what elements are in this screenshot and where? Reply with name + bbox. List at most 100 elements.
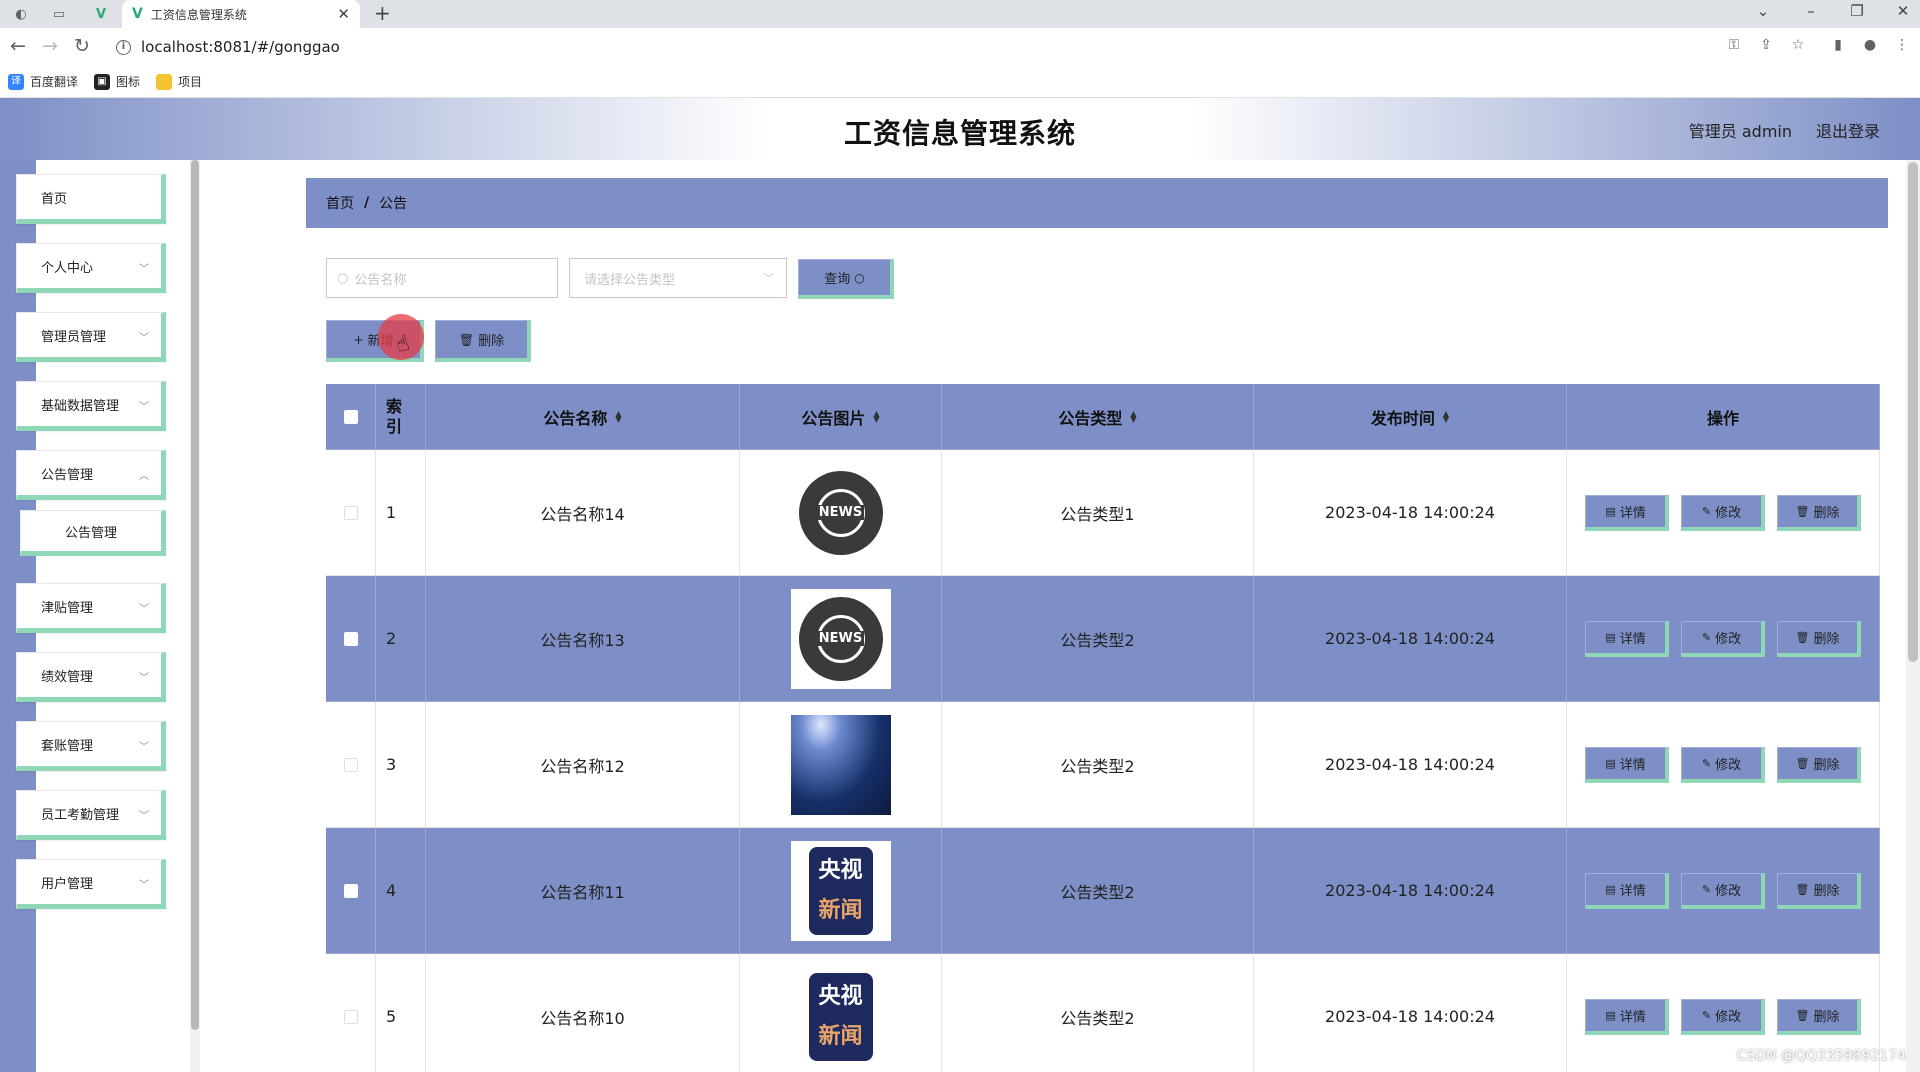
detail-button[interactable]: ▤ 详情 xyxy=(1585,620,1669,657)
sidebar-item-label: 公告管理 xyxy=(41,467,94,483)
edit-button[interactable]: ✎ 修改 xyxy=(1681,998,1765,1035)
breadcrumb-current: 公告 xyxy=(379,196,408,212)
sidebar-item-admin-management[interactable]: 管理员管理 ﹀ xyxy=(16,312,166,362)
row-checkbox[interactable] xyxy=(343,505,358,520)
chevron-down-icon: ﹀ xyxy=(139,742,149,753)
edit-label: 修改 xyxy=(1715,505,1742,521)
chevron-down-icon: ﹀ xyxy=(139,333,149,344)
sidebar-item-performance-management[interactable]: 绩效管理 ﹀ xyxy=(16,652,166,702)
forward-icon[interactable]: → xyxy=(38,35,62,57)
sort-icon[interactable]: ▲ ▼ xyxy=(1443,409,1449,423)
news-globe-image[interactable]: NEWS xyxy=(790,588,891,689)
sidebar-item-personal-center[interactable]: 个人中心 ﹀ xyxy=(16,243,166,293)
new-tab-icon[interactable]: + xyxy=(374,1,391,25)
close-window-icon[interactable]: ✕ xyxy=(1892,2,1914,20)
sidebar-item-announcement-management[interactable]: 公告管理 ︿ xyxy=(16,450,166,500)
sidebar-subitem-announcement-management[interactable]: 公告管理 xyxy=(20,510,166,556)
chevron-down-icon: ﹀ xyxy=(139,264,149,275)
tab-title: 工资信息管理系统 xyxy=(150,7,247,22)
announcement-name-search-input[interactable]: ○ 公告名称 xyxy=(326,258,558,298)
sidebar-item-allowance-management[interactable]: 津贴管理 ﹀ xyxy=(16,583,166,633)
table-row[interactable]: 1 公告名称14 NEWS 公告类型1 2023-04-18 14:00:24 … xyxy=(326,450,1880,576)
row-checkbox[interactable] xyxy=(343,883,358,898)
delete-button[interactable]: 🗑 删除 xyxy=(1777,494,1861,531)
detail-button[interactable]: ▤ 详情 xyxy=(1585,998,1669,1035)
pinned-tab-icon[interactable]: ▭ xyxy=(48,5,70,23)
edit-button[interactable]: ✎ 修改 xyxy=(1681,620,1765,657)
reload-icon[interactable]: ↻ xyxy=(70,35,94,57)
delete-button[interactable]: 🗑 删除 xyxy=(1777,620,1861,657)
detail-button[interactable]: ▤ 详情 xyxy=(1585,746,1669,783)
breadcrumb-home[interactable]: 首页 xyxy=(326,193,354,213)
sidebar-item-label: 管理员管理 xyxy=(41,329,107,345)
close-tab-icon[interactable]: ✕ xyxy=(337,5,350,23)
watermark: CSDN @QQ3359892174 xyxy=(1736,1048,1906,1064)
table-row[interactable]: 2 公告名称13 NEWS 公告类型2 2023-04-18 14:00:24 … xyxy=(326,576,1880,702)
share-icon[interactable]: ⇪ xyxy=(1756,37,1776,53)
trash-icon: 🗑 xyxy=(1795,1008,1810,1022)
bookmark-icons[interactable]: ▣ 图标 xyxy=(94,73,140,90)
logout-link[interactable]: 退出登录 xyxy=(1816,118,1880,142)
table-row[interactable]: 4 公告名称11 央视 新闻 公告类型2 2023-04-18 14:00:24 … xyxy=(326,828,1880,954)
edit-button[interactable]: ✎ 修改 xyxy=(1681,746,1765,783)
browser-menu-icon[interactable]: ◐ xyxy=(10,5,32,23)
profile-icon[interactable]: ● xyxy=(1860,37,1880,53)
announcement-type-select[interactable]: 请选择公告类型 ﹀ xyxy=(569,258,787,298)
sidebar-item-account-set-management[interactable]: 套账管理 ﹀ xyxy=(16,721,166,771)
sidebar-item-basic-data[interactable]: 基础数据管理 ﹀ xyxy=(16,381,166,431)
main-scroll-thumb[interactable] xyxy=(1908,162,1918,662)
sort-icon[interactable]: ▲ ▼ xyxy=(615,409,621,423)
table-row[interactable]: 5 公告名称10 央视 新闻 公告类型2 2023-04-18 14:00:24 … xyxy=(326,954,1880,1072)
cctv-news-image[interactable]: 央视 新闻 xyxy=(790,840,891,941)
vue-tab-icon[interactable]: V xyxy=(90,5,112,23)
cctv-news-image[interactable]: 央视 新闻 xyxy=(790,966,891,1067)
query-button[interactable]: 查询 ○ xyxy=(798,259,894,299)
active-tab[interactable]: V 工资信息管理系统 ✕ xyxy=(122,0,360,28)
batch-delete-button[interactable]: 🗑 删除 xyxy=(435,320,531,362)
sort-icon[interactable]: ▲ ▼ xyxy=(873,409,879,423)
row-checkbox[interactable] xyxy=(343,757,358,772)
detail-button[interactable]: ▤ 详情 xyxy=(1585,494,1669,531)
detail-button[interactable]: ▤ 详情 xyxy=(1585,872,1669,909)
header-type[interactable]: 公告类型 ▲ ▼ xyxy=(942,384,1254,450)
bookmarks-bar: 译 百度翻译 ▣ 图标 项目 xyxy=(0,66,1920,98)
delete-button[interactable]: 🗑 删除 xyxy=(1777,746,1861,783)
edit-button[interactable]: ✎ 修改 xyxy=(1681,872,1765,909)
row-type: 公告类型2 xyxy=(942,954,1254,1072)
row-checkbox[interactable] xyxy=(343,1009,358,1024)
breadcrumb: 首页 / 公告 xyxy=(306,178,1888,228)
header-time[interactable]: 发布时间 ▲ ▼ xyxy=(1254,384,1567,450)
row-image-cell: NEWS xyxy=(740,576,942,702)
row-image-cell: 央视 新闻 xyxy=(740,954,942,1072)
bookmark-project-folder[interactable]: 项目 xyxy=(156,73,202,90)
bookmark-star-icon[interactable]: ☆ xyxy=(1788,37,1808,53)
side-panel-icon[interactable]: ▮ xyxy=(1828,37,1848,53)
sidebar-item-user-management[interactable]: 用户管理 ﹀ xyxy=(16,859,166,909)
row-time: 2023-04-18 14:00:24 xyxy=(1254,828,1567,954)
delete-button[interactable]: 🗑 删除 xyxy=(1777,998,1861,1035)
row-checkbox[interactable] xyxy=(343,631,358,646)
back-icon[interactable]: ← xyxy=(6,35,30,57)
restore-icon[interactable]: ❐ xyxy=(1846,2,1868,20)
edit-button[interactable]: ✎ 修改 xyxy=(1681,494,1765,531)
minimize-icon[interactable]: – xyxy=(1800,2,1822,20)
news-globe-image[interactable]: NEWS xyxy=(791,463,891,563)
delete-button[interactable]: 🗑 删除 xyxy=(1777,872,1861,909)
browser-more-icon[interactable]: ⋮ xyxy=(1892,37,1912,53)
url-field[interactable]: i localhost:8081/#/gonggao xyxy=(108,32,1838,62)
sidebar-item-attendance-management[interactable]: 员工考勤管理 ﹀ xyxy=(16,790,166,840)
site-info-icon[interactable]: i xyxy=(116,39,131,55)
sidebar-item-home[interactable]: 首页 xyxy=(16,174,166,224)
select-all-checkbox[interactable] xyxy=(343,409,358,424)
bookmark-baidu-translate[interactable]: 译 百度翻译 xyxy=(8,73,78,90)
sort-icon[interactable]: ▲ ▼ xyxy=(1130,409,1136,423)
app-header: 工资信息管理系统 管理员 admin 退出登录 xyxy=(0,98,1920,160)
sidebar-scroll-thumb[interactable] xyxy=(191,160,199,1030)
header-name[interactable]: 公告名称 ▲ ▼ xyxy=(426,384,740,450)
table-row[interactable]: 3 公告名称12 公告类型2 2023-04-18 14:00:24 ▤ 详情 ✎… xyxy=(326,702,1880,828)
stage-spotlight-image[interactable] xyxy=(790,714,891,815)
header-image[interactable]: 公告图片 ▲ ▼ xyxy=(740,384,942,450)
key-icon[interactable]: ⚿ xyxy=(1724,37,1744,53)
tab-search-icon[interactable]: ⌄ xyxy=(1752,2,1774,20)
announcement-table: 索引 公告名称 ▲ ▼ 公告图片 ▲ ▼ 公告类型 ▲ ▼ 发布时间 ▲ ▼ 操作 1 公告名称… xyxy=(326,384,1880,1072)
